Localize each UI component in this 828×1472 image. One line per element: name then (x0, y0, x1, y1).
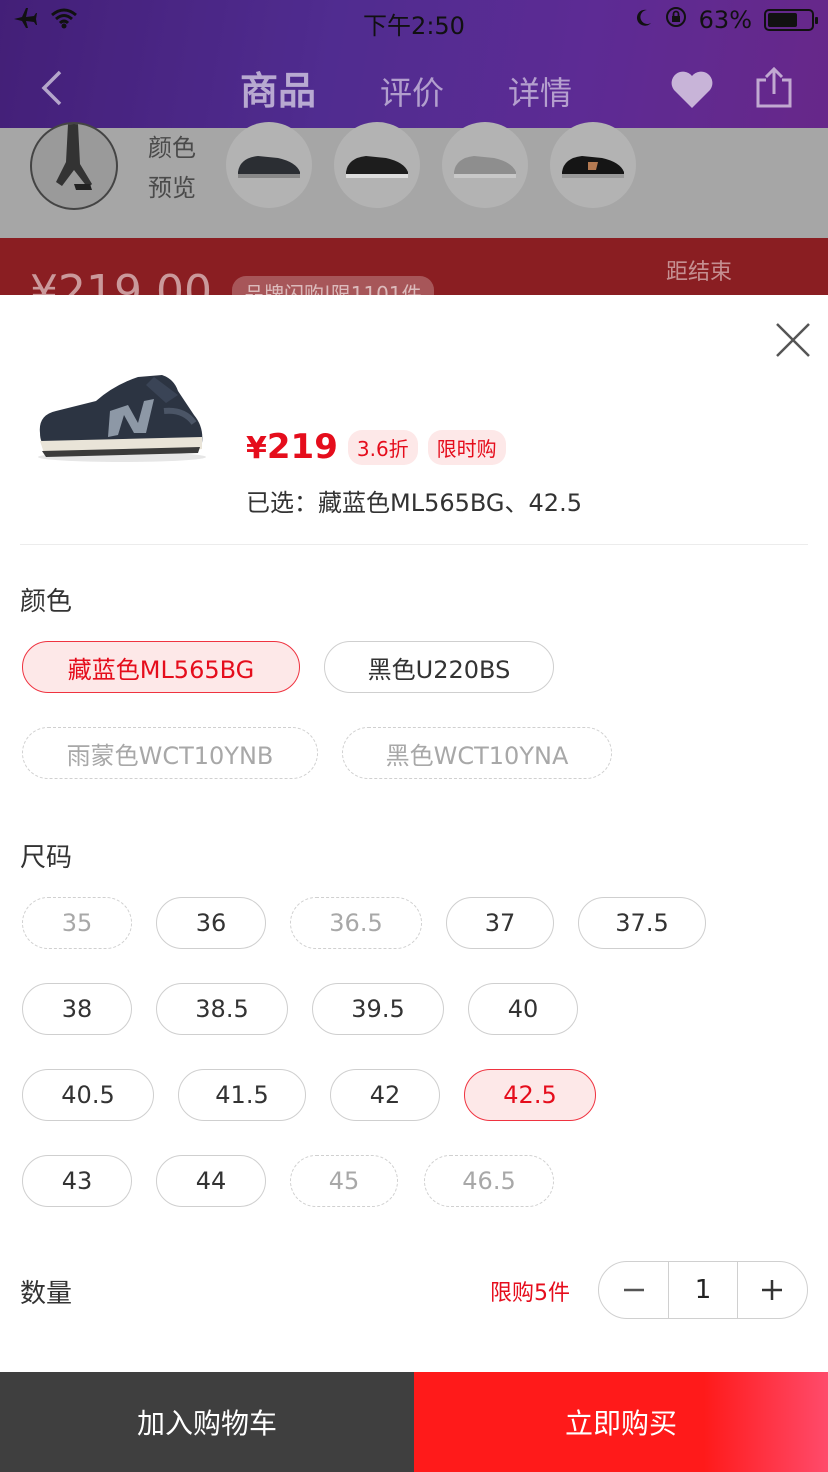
bottom-action-bar: 加入购物车 立即购买 (0, 1372, 828, 1472)
color-option-label: 黑色WCT10YNA (385, 741, 569, 770)
size-label: 40.5 (61, 1081, 115, 1109)
share-icon (756, 66, 792, 108)
color-option-rain-grey[interactable]: 雨蒙色WCT10YNB (22, 727, 318, 779)
size-label: 37.5 (615, 909, 669, 937)
color-thumb[interactable] (442, 122, 528, 208)
size-option[interactable]: 38 (22, 983, 132, 1035)
battery-icon (764, 9, 818, 31)
preview-label-line1: 颜色 (148, 134, 196, 162)
size-option[interactable]: 42 (330, 1069, 440, 1121)
banner-price: ¥219.00 (30, 266, 212, 298)
color-thumb[interactable] (226, 122, 312, 208)
color-option-label: 黑色U220BS (367, 655, 511, 684)
preview-label: 颜色 预览 (148, 128, 208, 208)
size-option[interactable]: 35 (22, 897, 132, 949)
quantity-limit: 限购5件 (490, 1281, 570, 1306)
limited-time-tag: 限时购 (427, 429, 506, 465)
color-option-black-wct10yna[interactable]: 黑色WCT10YNA (342, 727, 612, 779)
close-button[interactable] (774, 321, 812, 359)
countdown-label: 距结束 (666, 260, 733, 285)
quantity-title: 数量 (20, 1279, 73, 1309)
size-label: 36.5 (329, 909, 383, 937)
price-value: 219 (266, 427, 338, 467)
size-option[interactable]: 36 (156, 897, 266, 949)
tab-details[interactable]: 详情 (508, 68, 572, 114)
size-label: 38.5 (195, 995, 249, 1023)
size-option[interactable]: 37 (446, 897, 554, 949)
size-option-selected[interactable]: 42.5 (464, 1069, 596, 1121)
size-option[interactable]: 41.5 (178, 1069, 306, 1121)
size-label: 42 (369, 1081, 401, 1109)
discount-tag: 3.6折 (347, 429, 418, 465)
product-image (34, 371, 210, 467)
size-label: 41.5 (215, 1081, 269, 1109)
color-section-title: 颜色 (20, 587, 73, 617)
size-option[interactable]: 37.5 (578, 897, 706, 949)
quantity-stepper: 1 (598, 1261, 808, 1319)
size-option[interactable]: 45 (290, 1155, 398, 1207)
color-option-navy[interactable]: 藏蓝色ML565BG (22, 641, 300, 693)
nav-bar: 商品 评价 详情 (0, 50, 828, 128)
size-option[interactable]: 43 (22, 1155, 132, 1207)
quantity-value[interactable]: 1 (668, 1262, 738, 1318)
color-preview-strip: 颜色 预览 (0, 122, 828, 238)
color-thumb[interactable] (334, 122, 420, 208)
do-not-disturb-icon (635, 6, 653, 34)
size-option[interactable]: 39.5 (312, 983, 444, 1035)
tab-reviews[interactable]: 评价 (380, 68, 444, 114)
size-label: 35 (61, 909, 93, 937)
size-label: 44 (195, 1167, 227, 1195)
size-label: 45 (328, 1167, 360, 1195)
size-label: 43 (61, 1167, 93, 1195)
currency-symbol: ¥ (246, 431, 267, 466)
size-option[interactable]: 38.5 (156, 983, 288, 1035)
back-button[interactable] (34, 68, 74, 108)
size-option[interactable]: 46.5 (424, 1155, 554, 1207)
size-label: 42.5 (503, 1081, 557, 1109)
share-button[interactable] (752, 66, 796, 114)
color-option-label: 雨蒙色WCT10YNB (66, 741, 274, 770)
status-bar: 下午2:50 63% (0, 0, 828, 42)
selected-summary: 已选：藏蓝色ML565BG、42.5 (246, 489, 582, 517)
minus-icon (623, 1288, 644, 1292)
size-option[interactable]: 40 (468, 983, 578, 1035)
sku-selector-sheet: ¥219 3.6折 限时购 已选：藏蓝色ML565BG、42.5 颜色 藏蓝色M… (0, 295, 828, 1472)
sku-price: ¥219 (246, 427, 338, 467)
size-label: 37 (484, 909, 516, 937)
size-option[interactable]: 36.5 (290, 897, 422, 949)
size-label: 39.5 (351, 995, 405, 1023)
chevron-left-icon (41, 70, 62, 106)
size-section-title: 尺码 (20, 843, 73, 873)
battery-percent: 63% (698, 6, 752, 34)
increase-button[interactable] (738, 1262, 807, 1318)
add-to-cart-button[interactable]: 加入购物车 (0, 1372, 414, 1472)
preview-label-line2: 预览 (148, 174, 196, 202)
rotation-lock-icon (665, 6, 687, 34)
model-photo (30, 122, 118, 210)
divider (20, 544, 808, 545)
size-label: 36 (195, 909, 227, 937)
size-label: 40 (507, 995, 539, 1023)
buy-now-button[interactable]: 立即购买 (414, 1372, 828, 1472)
tab-product[interactable]: 商品 (240, 60, 316, 115)
price-banner: ¥219.00 品牌闪购|限1101件 距结束 (0, 238, 828, 298)
size-option[interactable]: 44 (156, 1155, 266, 1207)
heart-icon (671, 71, 713, 108)
size-option[interactable]: 40.5 (22, 1069, 154, 1121)
color-option-black-u220bs[interactable]: 黑色U220BS (324, 641, 554, 693)
color-thumb[interactable] (550, 122, 636, 208)
size-label: 46.5 (462, 1167, 516, 1195)
favorite-button[interactable] (668, 68, 716, 114)
plus-icon (762, 1280, 783, 1300)
decrease-button[interactable] (599, 1262, 668, 1318)
color-option-label: 藏蓝色ML565BG (67, 655, 255, 684)
close-icon (776, 323, 810, 357)
size-label: 38 (61, 995, 93, 1023)
